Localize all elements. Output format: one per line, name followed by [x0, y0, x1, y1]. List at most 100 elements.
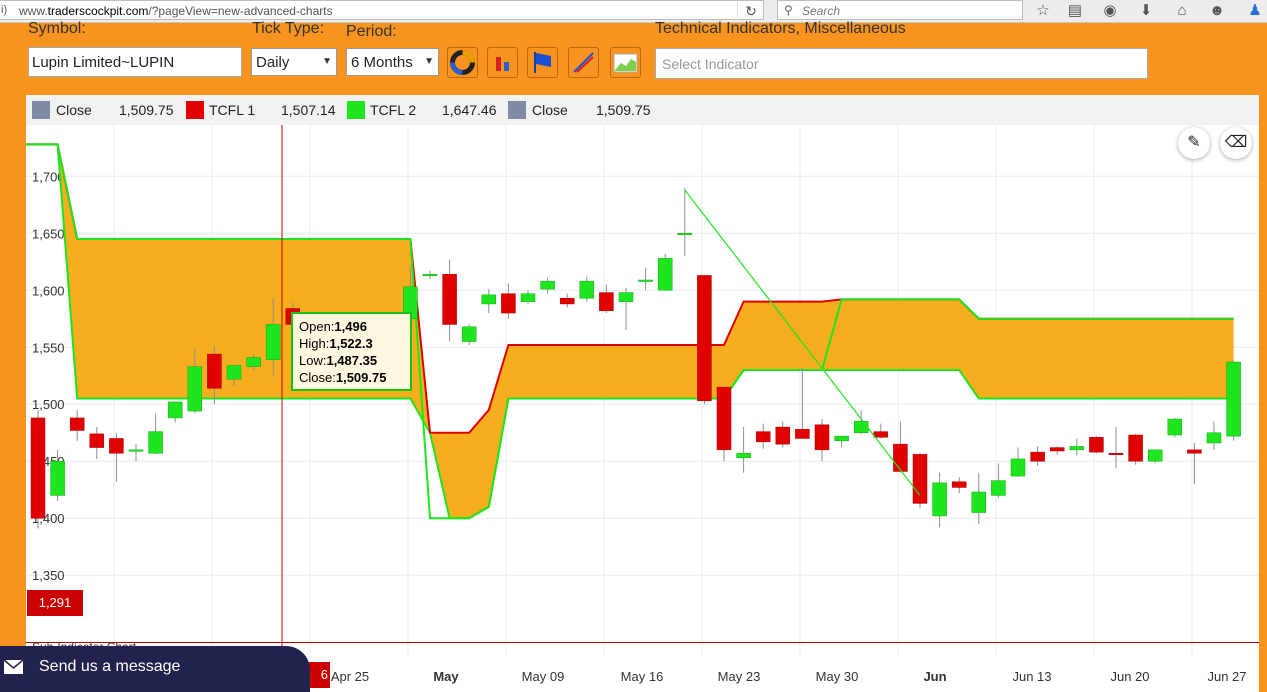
pencil-icon[interactable]: ✎: [1178, 127, 1210, 159]
send-message-widget[interactable]: Send us a message: [0, 646, 310, 692]
bear-candle: [795, 429, 810, 439]
home-icon[interactable]: ⌂: [1170, 1, 1194, 21]
legend-label: TCFL 1: [209, 102, 256, 118]
x-axis-tick-label: May 16: [621, 669, 664, 684]
url-text: www.traderscockpit.com/?pageView=new-adv…: [19, 4, 333, 18]
x-axis-tick-label: Jun 13: [1012, 669, 1051, 684]
eraser-icon[interactable]: ⌫: [1220, 127, 1252, 159]
tick-type-select[interactable]: Daily ▼: [251, 48, 337, 76]
bull-candle: [461, 326, 477, 342]
bull-candle: [1167, 418, 1183, 436]
account-icon[interactable]: ♟: [1243, 1, 1267, 21]
x-axis-tick-label: May: [433, 669, 459, 684]
bull-candle: [1010, 458, 1026, 477]
legend-value: 1,507.14: [281, 102, 336, 118]
bar-chart-icon: [496, 57, 509, 71]
x-axis-tick-label: Jun 27: [1207, 669, 1246, 684]
chat-bubble-icon[interactable]: ☻: [1205, 1, 1229, 21]
low-label: Low:: [299, 353, 327, 368]
legend-swatch-tcfl2: [347, 101, 365, 119]
ohlc-tooltip: Open:1,496 High:1,522.3 Low:1,487.35 Clo…: [291, 312, 412, 391]
bear-candle: [1128, 434, 1143, 462]
palette-icon: [450, 50, 475, 75]
bear-candle: [775, 426, 791, 445]
legend-label: Close: [532, 102, 568, 118]
bear-candle: [207, 353, 222, 389]
bear-candle: [559, 297, 575, 305]
bear-candle: [1089, 437, 1104, 453]
reading-list-icon[interactable]: ▤: [1063, 1, 1087, 21]
bull-candle: [1226, 361, 1241, 437]
search-input[interactable]: ⚲ Search: [777, 0, 1023, 20]
bull-candle: [991, 480, 1006, 496]
area-chart-button[interactable]: [610, 47, 641, 78]
bull-candle: [50, 460, 65, 496]
bear-candle: [69, 417, 85, 431]
bull-candle: [422, 274, 438, 277]
bull-candle: [657, 258, 673, 291]
legend-swatch-close: [508, 101, 526, 119]
crosshair-price-label: 1,291: [27, 590, 83, 616]
bull-candle: [226, 365, 242, 380]
candlestick-chart[interactable]: 1,7001,6501,6001,5501,5001,4501,4001,350…: [26, 95, 1259, 692]
indicator-select[interactable]: Select Indicator: [655, 48, 1148, 79]
bull-candle: [834, 435, 849, 441]
x-axis-tick-label: Apr 25: [331, 669, 369, 684]
symbol-input[interactable]: Lupin Limited~LUPIN: [28, 47, 242, 77]
legend-label: TCFL 2: [370, 102, 417, 118]
chevron-down-icon: ▼: [322, 56, 332, 67]
ichimoku-cloud: [26, 144, 1234, 519]
info-icon[interactable]: i): [1, 4, 7, 16]
send-message-label: Send us a message: [39, 658, 181, 675]
theme-button[interactable]: [447, 47, 478, 78]
tick-type-value: Daily: [256, 54, 290, 71]
bull-candle: [971, 491, 987, 513]
bull-candle: [128, 449, 144, 452]
browser-toolbar: i) www.traderscockpit.com/?pageView=new-…: [0, 0, 1267, 23]
pocket-icon[interactable]: ◉: [1098, 1, 1122, 21]
crosshair-date-label: 6: [308, 662, 330, 688]
bull-candle: [1069, 446, 1085, 451]
open-label: Open:: [299, 319, 335, 334]
indicators-label: Technical Indicators, Miscellaneous: [655, 20, 906, 37]
bull-candle: [736, 453, 751, 459]
legend-swatch-close: [32, 101, 50, 119]
bear-candle: [1108, 453, 1124, 456]
legend-value: 1,647.46: [442, 102, 497, 118]
high-value: 1,522.3: [329, 336, 373, 351]
chart-area[interactable]: 1,700 1,650 1,600 1,550 1,500 1,450 1,400 1,350…: [26, 95, 1259, 692]
x-axis-tick-label: May 30: [816, 669, 859, 684]
y-axis-tick-label: 1,550: [32, 340, 65, 355]
bull-candle: [187, 366, 203, 412]
bull-candle: [932, 482, 947, 517]
bull-candle: [1206, 432, 1222, 444]
draw-line-button[interactable]: [568, 47, 599, 78]
high-label: High:: [299, 336, 330, 351]
bear-candle: [755, 431, 771, 443]
download-icon[interactable]: ⬇: [1134, 1, 1158, 21]
bear-candle: [893, 443, 908, 472]
reload-icon[interactable]: ↻: [737, 2, 764, 20]
bull-candle: [677, 233, 693, 236]
y-axis-tick-label: 1,650: [32, 226, 65, 241]
bear-candle: [951, 481, 967, 488]
tick-type-label: Tick Type:: [252, 20, 325, 37]
search-placeholder: Search: [802, 4, 841, 18]
period-label: Period:: [346, 23, 397, 40]
period-select[interactable]: 6 Months ▼: [346, 48, 439, 76]
y-axis-tick-label: 1,350: [32, 568, 65, 583]
bull-candle: [579, 280, 595, 299]
bear-candle: [501, 293, 516, 314]
chart-type-button[interactable]: [487, 47, 518, 78]
bear-candle: [599, 292, 614, 312]
bear-candle: [109, 438, 124, 454]
legend-swatch-tcfl1: [186, 101, 204, 119]
x-axis-tick-label: Jun 20: [1110, 669, 1149, 684]
bull-candle: [481, 294, 497, 305]
legend-label: Close: [56, 102, 92, 118]
bull-candle: [167, 401, 183, 419]
bear-candle: [814, 424, 830, 451]
address-bar[interactable]: i) www.traderscockpit.com/?pageView=new-…: [0, 0, 764, 20]
flag-button[interactable]: [527, 47, 558, 78]
bookmark-star-icon[interactable]: ☆: [1031, 1, 1055, 21]
